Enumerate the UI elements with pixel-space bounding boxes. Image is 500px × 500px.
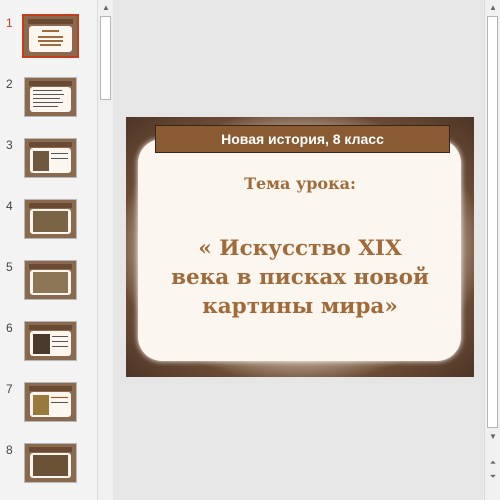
thumbnail-row-6[interactable]: 6 <box>0 321 96 381</box>
slide-editing-area: Новая история, 8 класс Тема урока: « Иск… <box>114 0 484 500</box>
slide-thumbnail-5[interactable] <box>24 260 77 300</box>
slide-number: 4 <box>6 199 13 213</box>
thumbnail-row-4[interactable]: 4 <box>0 199 96 259</box>
double-chevron-down-icon[interactable]: ⏷ <box>488 472 498 482</box>
slide-thumbnail-2[interactable] <box>24 77 77 117</box>
slide-thumbnail-4[interactable] <box>24 199 77 239</box>
slide-area-scrollbar[interactable]: ▲ ▼ ⏶ ⏷ <box>484 0 500 500</box>
lesson-topic-label[interactable]: Тема урока: <box>126 174 474 193</box>
slide-number: 5 <box>6 260 13 274</box>
presentation-editor: 1 2 3 4 5 6 7 8 ▲ Новая история, 8 класс… <box>0 0 500 500</box>
slide-thumbnail-6[interactable] <box>24 321 77 361</box>
current-slide[interactable]: Новая история, 8 класс Тема урока: « Иск… <box>126 117 474 377</box>
thumbnail-scrollbar[interactable]: ▲ <box>97 0 113 500</box>
slide-number: 1 <box>6 16 13 30</box>
thumbnail-row-8[interactable]: 8 <box>0 443 96 500</box>
slide-number: 6 <box>6 321 13 335</box>
triangle-up-icon[interactable]: ▲ <box>488 3 498 13</box>
scrollbar-handle[interactable] <box>100 16 111 100</box>
slide-thumbnail-1[interactable] <box>22 14 79 58</box>
slide-header-bar[interactable]: Новая история, 8 класс <box>155 125 450 153</box>
thumbnail-row-7[interactable]: 7 <box>0 382 96 442</box>
slide-thumbnail-7[interactable] <box>24 382 77 422</box>
slide-thumbnail-pane: 1 2 3 4 5 6 7 8 ▲ <box>0 0 113 500</box>
scrollbar-handle[interactable] <box>487 16 498 428</box>
triangle-down-icon[interactable]: ▼ <box>488 432 498 442</box>
double-chevron-up-icon[interactable]: ⏶ <box>488 458 498 468</box>
slide-thumbnail-8[interactable] <box>24 443 77 483</box>
slide-thumbnail-3[interactable] <box>24 138 77 178</box>
thumbnail-row-2[interactable]: 2 <box>0 77 96 137</box>
thumbnail-row-3[interactable]: 3 <box>0 138 96 198</box>
thumbnail-row-1[interactable]: 1 <box>0 14 96 76</box>
slide-number: 8 <box>6 443 13 457</box>
slide-number: 3 <box>6 138 13 152</box>
slide-main-title[interactable]: « Искусство XIX века в писках новой карт… <box>166 234 434 321</box>
triangle-up-icon[interactable]: ▲ <box>101 3 111 13</box>
thumbnail-row-5[interactable]: 5 <box>0 260 96 320</box>
slide-number: 2 <box>6 77 13 91</box>
slide-number: 7 <box>6 382 13 396</box>
